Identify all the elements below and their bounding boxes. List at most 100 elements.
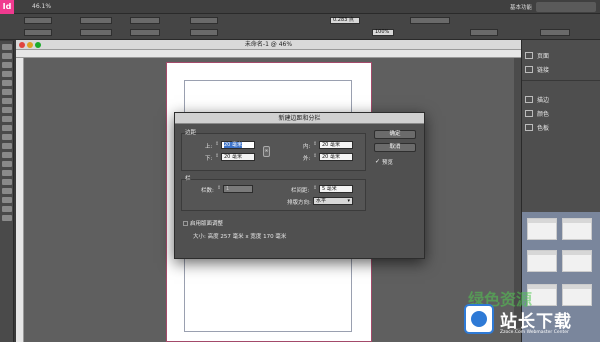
margin-bottom-field[interactable]: 20 毫米 (221, 153, 255, 161)
hand-tool-icon[interactable] (1, 188, 12, 194)
content-collector-icon[interactable] (1, 80, 12, 86)
type-tool-icon[interactable] (1, 89, 12, 95)
panel-swatches-label: 色板 (537, 124, 550, 132)
gutter-spinner-icon[interactable]: ⇕ (313, 185, 317, 191)
column-count-label: 栏数: (201, 188, 214, 194)
margins-group-label: 边距 (185, 130, 197, 136)
pencil-tool-icon[interactable] (1, 116, 12, 122)
cancel-button[interactable]: 取消 (374, 143, 416, 152)
line-tool-icon[interactable] (1, 98, 12, 104)
panel-pages[interactable]: 页面 (525, 48, 549, 62)
search-input[interactable] (536, 2, 596, 12)
page-tool-icon[interactable] (1, 62, 12, 68)
chevron-down-icon: ▾ (347, 198, 350, 204)
watermark-brand: 站长下载 (500, 312, 572, 332)
shear-field[interactable] (190, 29, 218, 36)
links-icon (525, 65, 533, 73)
panel-color[interactable]: 颜色 (525, 106, 549, 120)
zoom-level[interactable]: 46.1% (32, 2, 54, 11)
dialog-title: 新建边距和分栏 (175, 113, 424, 124)
gap-tool-icon[interactable] (1, 71, 12, 77)
horizontal-ruler[interactable] (16, 50, 521, 58)
direct-selection-tool-icon[interactable] (1, 53, 12, 59)
width-field[interactable] (80, 17, 112, 24)
opacity-field[interactable]: 100% (372, 29, 394, 36)
desktop-thumbnail (562, 250, 592, 272)
columns-field[interactable] (540, 29, 570, 36)
desktop-thumbnail (562, 218, 592, 240)
ok-button[interactable]: 确定 (374, 130, 416, 139)
workspace-switcher[interactable]: 基本功能 (510, 3, 532, 11)
scale-y-field[interactable] (130, 29, 160, 36)
free-transform-tool-icon[interactable] (1, 152, 12, 158)
zoom-tool-icon[interactable] (1, 197, 12, 203)
view-mode-icon[interactable] (1, 215, 12, 221)
gradient-tool-icon[interactable] (1, 161, 12, 167)
margins-columns-dialog: 新建边距和分栏 边距 上: ⇕ 20 毫米 下: ⇕ 20 毫米 ∞ 内: ⇕ … (174, 112, 425, 259)
desktop-thumbnail (527, 218, 557, 240)
zoom-window-icon[interactable] (35, 42, 41, 48)
height-field[interactable] (80, 29, 112, 36)
rotate-field[interactable] (190, 17, 218, 24)
app-logo: Id (0, 0, 14, 14)
columns-group (181, 179, 366, 211)
control-bar: 0.283 点 100% (0, 14, 600, 40)
column-count-field[interactable]: 1 (223, 185, 253, 193)
link-margins-icon[interactable]: ∞ (263, 146, 270, 157)
layout-adjust-checkbox[interactable]: 启用版面调整 (183, 219, 223, 227)
preview-checkbox[interactable]: ✓ 预览 (375, 158, 393, 166)
pages-icon (525, 51, 533, 59)
style-dropdown[interactable] (410, 17, 450, 24)
margin-top-label: 上: (205, 144, 213, 150)
minimize-window-icon[interactable] (27, 42, 33, 48)
page-size-text: 大小: 高度 257 毫米 x 宽度 170 毫米 (193, 234, 287, 240)
selection-tool-icon[interactable] (1, 44, 12, 50)
frame-field[interactable] (470, 29, 498, 36)
fill-stroke-icon[interactable] (1, 206, 12, 212)
panel-stroke-label: 描边 (537, 96, 550, 104)
margin-inside-spinner-icon[interactable]: ⇕ (313, 141, 317, 147)
margin-inside-label: 内: (303, 144, 311, 150)
panel-links-label: 链接 (537, 66, 550, 74)
margin-outside-field[interactable]: 20 毫米 (319, 153, 353, 161)
y-field[interactable] (24, 29, 52, 36)
eyedropper-tool-icon[interactable] (1, 179, 12, 185)
scissors-tool-icon[interactable] (1, 143, 12, 149)
stroke-weight-field[interactable]: 0.283 点 (330, 17, 360, 24)
panel-stroke[interactable]: 描边 (525, 92, 549, 106)
margin-top-field[interactable]: 20 毫米 (221, 141, 255, 149)
panel-color-label: 颜色 (537, 110, 550, 118)
gutter-label: 栏间距: (291, 188, 310, 194)
document-title: 未命名-1 @ 46% (16, 40, 521, 50)
stroke-icon (525, 95, 533, 103)
panel-swatches[interactable]: 色板 (525, 120, 549, 134)
desktop-thumbnail (562, 284, 592, 306)
vertical-ruler[interactable] (16, 58, 24, 342)
swatches-icon (525, 123, 533, 131)
margin-bottom-label: 下: (205, 156, 213, 162)
margin-bottom-spinner-icon[interactable]: ⇕ (215, 153, 219, 159)
app-bar: Id 46.1% 基本功能 (0, 0, 600, 14)
writing-direction-label: 排版方向: (287, 200, 311, 206)
rectangle-frame-tool-icon[interactable] (1, 125, 12, 131)
document-title-text: 未命名-1 @ 46% (244, 41, 293, 48)
checkbox-icon (183, 220, 188, 226)
desktop-thumbnail (527, 250, 557, 272)
writing-direction-select[interactable]: 水平 ▾ (313, 197, 353, 205)
close-window-icon[interactable] (19, 42, 25, 48)
column-count-spinner-icon[interactable]: ⇕ (217, 185, 221, 191)
watermark-subtitle: Zzoce.Com Webmaster Center (500, 330, 569, 335)
panel-pages-label: 页面 (537, 52, 550, 60)
margin-outside-spinner-icon[interactable]: ⇕ (313, 153, 317, 159)
scale-x-field[interactable] (130, 17, 160, 24)
x-field[interactable] (24, 17, 52, 24)
note-tool-icon[interactable] (1, 170, 12, 176)
panel-divider (522, 80, 600, 81)
margin-inside-field[interactable]: 20 毫米 (319, 141, 353, 149)
margin-top-spinner-icon[interactable]: ⇕ (215, 141, 219, 147)
rectangle-tool-icon[interactable] (1, 134, 12, 140)
pen-tool-icon[interactable] (1, 107, 12, 113)
panel-links[interactable]: 链接 (525, 62, 549, 76)
columns-group-label: 栏 (185, 176, 191, 182)
gutter-field[interactable]: 5 毫米 (319, 185, 353, 193)
